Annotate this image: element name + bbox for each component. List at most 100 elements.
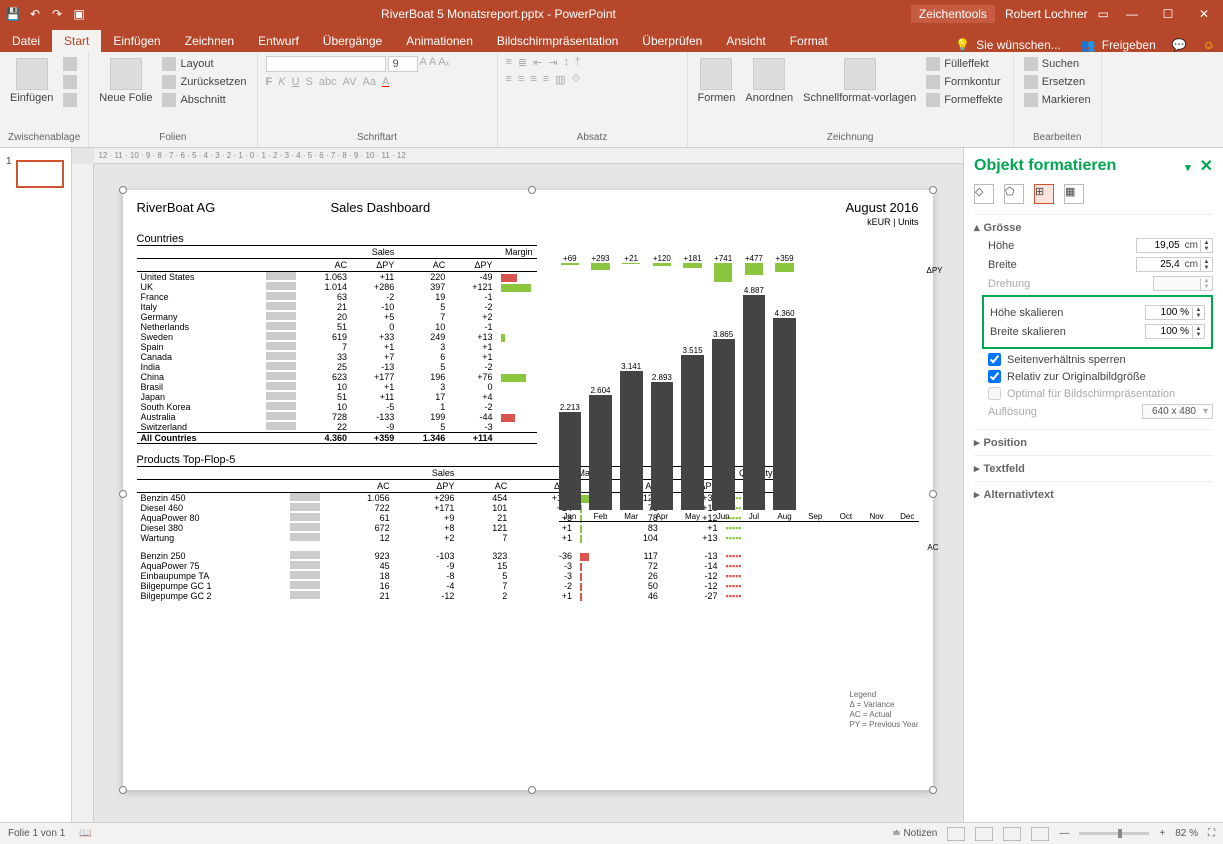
tab-entwurf[interactable]: Entwurf — [246, 30, 311, 52]
line-spacing-icon[interactable]: ↕ — [564, 56, 570, 69]
start-show-icon[interactable]: ▣ — [72, 7, 86, 21]
relative-checkbox[interactable] — [988, 370, 1001, 383]
reset-button[interactable]: Zurücksetzen — [160, 74, 248, 90]
scale-height-spinner[interactable]: ▲▼ — [1145, 305, 1205, 320]
tab-bildschirm[interactable]: Bildschirmpräsentation — [485, 30, 630, 52]
sel-handle[interactable] — [119, 786, 127, 794]
height-spinner[interactable]: cm▲▼ — [1136, 238, 1213, 253]
select-button[interactable]: Markieren — [1022, 92, 1093, 108]
lock-aspect-checkbox[interactable] — [988, 353, 1001, 366]
case-button[interactable]: Aa — [362, 76, 375, 88]
font-color-button[interactable]: A — [382, 76, 389, 88]
find-button[interactable]: Suchen — [1022, 56, 1093, 72]
tab-ueberpruefen[interactable]: Überprüfen — [630, 30, 714, 52]
indent-inc-icon[interactable]: ⇥ — [548, 56, 557, 69]
undo-icon[interactable]: ↶ — [28, 7, 42, 21]
sel-handle[interactable] — [119, 490, 127, 498]
zoom-slider[interactable] — [1079, 832, 1149, 835]
shape-effects-button[interactable]: Formeffekte — [924, 92, 1005, 108]
redo-icon[interactable]: ↷ — [50, 7, 64, 21]
arrange-button[interactable]: Anordnen — [743, 56, 795, 106]
tab-start[interactable]: Start — [52, 30, 101, 52]
tell-me-label[interactable]: Sie wünschen... — [976, 38, 1061, 52]
tab-einfuegen[interactable]: Einfügen — [101, 30, 172, 52]
paste-button[interactable]: Einfügen — [8, 56, 55, 106]
spacing-button[interactable]: AV — [343, 76, 357, 88]
bullets-icon[interactable]: ≡ — [506, 56, 512, 69]
fill-line-icon[interactable]: ◇ — [974, 184, 994, 204]
shape-fill-button[interactable]: Fülleffekt — [924, 56, 1005, 72]
section-textbox[interactable]: ▸Textfeld — [974, 462, 1213, 475]
zoom-out-button[interactable]: — — [1059, 828, 1069, 839]
format-painter-button[interactable] — [61, 92, 79, 108]
bold-button[interactable]: F — [266, 76, 273, 88]
font-family-input[interactable] — [266, 56, 386, 72]
text-direction-icon[interactable]: ⤒ — [575, 56, 580, 69]
tab-format[interactable]: Format — [778, 30, 840, 52]
slide-thumbnail-1[interactable] — [16, 160, 64, 188]
tell-me-icon[interactable]: 💡 — [955, 38, 970, 52]
sel-handle[interactable] — [929, 786, 937, 794]
slide-content[interactable]: RiverBoat AG Sales Dashboard August 2016… — [123, 190, 933, 790]
pane-menu-icon[interactable]: ▾ — [1185, 162, 1191, 174]
scale-width-spinner[interactable]: ▲▼ — [1145, 324, 1205, 339]
indent-dec-icon[interactable]: ⇤ — [533, 56, 542, 69]
tab-ansicht[interactable]: Ansicht — [714, 30, 777, 52]
normal-view-icon[interactable] — [947, 827, 965, 841]
maximize-button[interactable]: ☐ — [1155, 7, 1181, 21]
underline-button[interactable]: U — [292, 76, 300, 88]
tab-zeichnen[interactable]: Zeichnen — [173, 30, 246, 52]
picture-tab-icon[interactable]: ▦ — [1064, 184, 1084, 204]
size-tab-icon[interactable]: ⊞ — [1034, 184, 1054, 204]
italic-button[interactable]: K — [278, 76, 285, 88]
fit-to-window-icon[interactable]: ⛶ — [1208, 828, 1215, 839]
slideshow-view-icon[interactable] — [1031, 827, 1049, 841]
zoom-in-button[interactable]: + — [1159, 828, 1165, 839]
tab-uebergaenge[interactable]: Übergänge — [311, 30, 394, 52]
new-slide-button[interactable]: Neue Folie — [97, 56, 154, 106]
align-left-icon[interactable]: ≡ — [506, 73, 512, 86]
share-icon[interactable]: 👥 — [1081, 38, 1096, 52]
font-size-input[interactable] — [388, 56, 418, 72]
justify-icon[interactable]: ≡ — [543, 73, 549, 86]
effects-tab-icon[interactable]: ⬠ — [1004, 184, 1024, 204]
smartart-icon[interactable]: ⟐ — [572, 73, 581, 86]
section-alttext[interactable]: ▸Alternativtext — [974, 488, 1213, 501]
copy-button[interactable] — [61, 74, 79, 90]
reading-view-icon[interactable] — [1003, 827, 1021, 841]
shapes-button[interactable]: Formen — [696, 56, 738, 106]
layout-button[interactable]: Layout — [160, 56, 248, 72]
numbering-icon[interactable]: ≣ — [518, 56, 527, 69]
shadow-button[interactable]: abc — [319, 76, 337, 88]
shape-outline-button[interactable]: Formkontur — [924, 74, 1005, 90]
smiley-icon[interactable]: ☺ — [1203, 38, 1215, 52]
quick-styles-button[interactable]: Schnellformat-vorlagen — [801, 56, 918, 106]
align-right-icon[interactable]: ≡ — [530, 73, 536, 86]
sel-handle[interactable] — [929, 186, 937, 194]
cut-button[interactable] — [61, 56, 79, 72]
width-spinner[interactable]: cm▲▼ — [1136, 257, 1213, 272]
close-button[interactable]: ✕ — [1191, 7, 1217, 21]
notes-button[interactable]: ≐ Notizen — [892, 828, 937, 839]
spell-check-icon[interactable]: 📖 — [79, 828, 91, 839]
clear-format-icon[interactable]: Aₓ — [438, 56, 449, 72]
sorter-view-icon[interactable] — [975, 827, 993, 841]
share-label[interactable]: Freigeben — [1102, 38, 1156, 52]
section-position[interactable]: ▸Position — [974, 436, 1213, 449]
minimize-button[interactable]: — — [1119, 7, 1145, 21]
sel-handle[interactable] — [119, 186, 127, 194]
comments-icon[interactable]: 💬 — [1172, 38, 1187, 52]
pane-close-icon[interactable]: ✕ — [1200, 158, 1213, 175]
strike-button[interactable]: S — [306, 76, 313, 88]
shrink-font-icon[interactable]: A — [429, 56, 436, 72]
tab-datei[interactable]: Datei — [0, 30, 52, 52]
ribbon-display-icon[interactable]: ▭ — [1098, 7, 1109, 21]
sel-handle[interactable] — [528, 186, 536, 194]
columns-icon[interactable]: ▥ — [555, 73, 565, 86]
sel-handle[interactable] — [528, 786, 536, 794]
save-icon[interactable]: 💾 — [6, 7, 20, 21]
section-button[interactable]: Abschnitt — [160, 92, 248, 108]
sel-handle[interactable] — [929, 490, 937, 498]
grow-font-icon[interactable]: A — [420, 56, 427, 72]
align-center-icon[interactable]: ≡ — [518, 73, 524, 86]
